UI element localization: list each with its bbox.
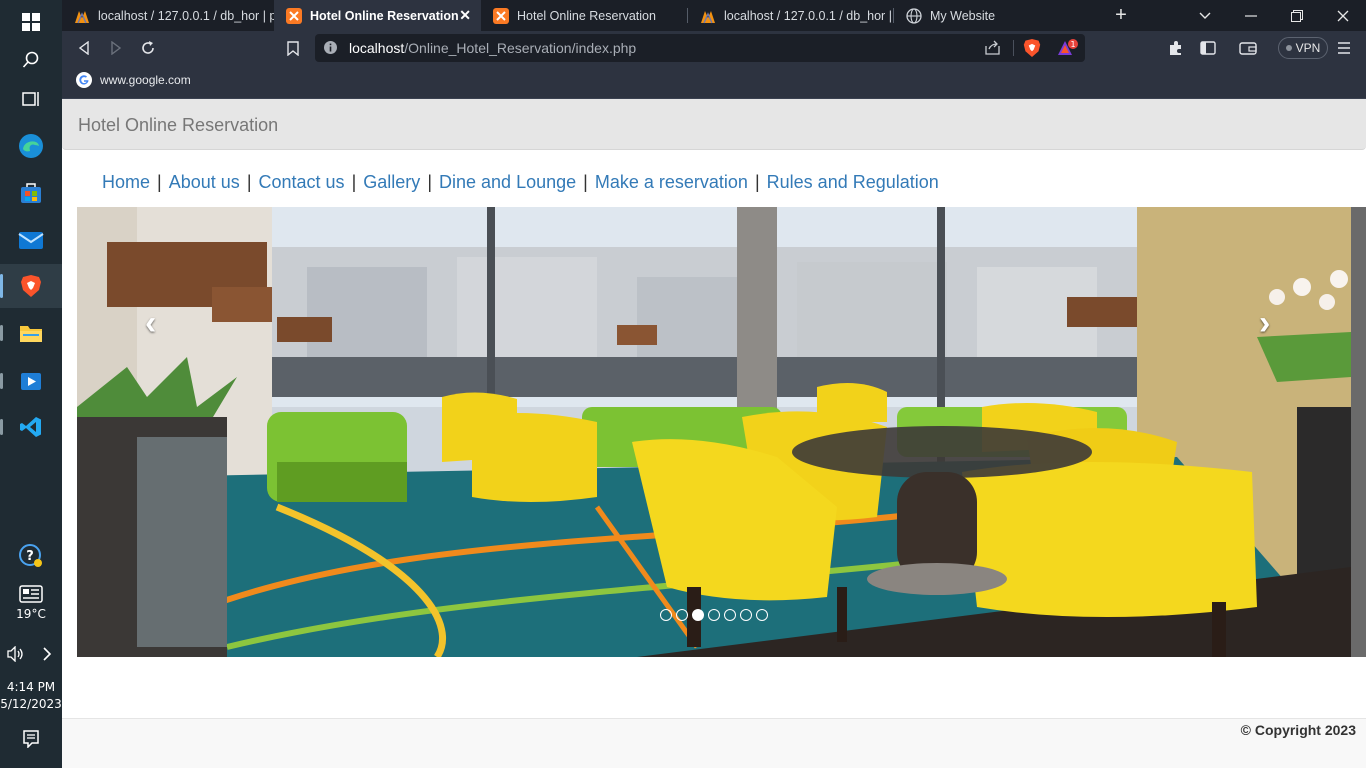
svg-text:?: ?	[26, 549, 34, 564]
url-divider	[1013, 40, 1014, 56]
browser-toolbar: localhost/Online_Hotel_Reservation/index…	[62, 31, 1366, 65]
image-carousel	[77, 207, 1351, 657]
tab-label: Hotel Online Reservation	[517, 8, 656, 23]
copyright-text: © Copyright 2023	[1240, 722, 1356, 738]
tab-label: localhost / 127.0.0.1 / db_hor | p	[98, 8, 274, 23]
site-navbar: Hotel Online Reservation	[62, 99, 1366, 150]
carousel-indicator[interactable]	[756, 609, 768, 621]
mail-icon[interactable]	[0, 218, 62, 262]
store-icon[interactable]	[0, 171, 62, 215]
tab-phpmyadmin-2[interactable]: localhost / 127.0.0.1 / db_hor | p	[688, 0, 893, 31]
globe-icon	[906, 7, 922, 24]
carousel-next-button[interactable]: ›	[1259, 304, 1270, 343]
minimize-button[interactable]	[1228, 0, 1274, 31]
reload-icon[interactable]	[136, 36, 160, 60]
clock-date[interactable]: 5/12/2023	[0, 697, 62, 711]
phpmyadmin-icon	[74, 8, 90, 24]
navbar-brand[interactable]: Hotel Online Reservation	[78, 115, 278, 136]
vpn-status-dot	[1285, 45, 1292, 51]
brave-rewards-icon[interactable]: 1	[1057, 38, 1079, 63]
new-tab-button[interactable]: +	[1098, 0, 1144, 31]
nav-separator: |	[246, 172, 252, 192]
search-icon[interactable]	[0, 38, 62, 82]
chevron-right-icon[interactable]	[31, 632, 62, 676]
carousel-indicator[interactable]	[676, 609, 688, 621]
tab-label: localhost / 127.0.0.1 / db_hor | p	[724, 8, 893, 23]
task-view-icon[interactable]	[0, 77, 62, 121]
site-menu: Home | About us | Contact us | Gallery |…	[102, 172, 939, 193]
xampp-icon	[286, 7, 302, 24]
tab-phpmyadmin-1[interactable]: localhost / 127.0.0.1 / db_hor | p	[62, 0, 274, 31]
vpn-label: VPN	[1295, 41, 1321, 55]
carousel-indicator-active[interactable]	[692, 609, 704, 621]
nav-reservation-link[interactable]: Make a reservation	[595, 172, 748, 192]
nav-dine-lounge-link[interactable]: Dine and Lounge	[439, 172, 576, 192]
address-bar[interactable]: localhost/Online_Hotel_Reservation/index…	[315, 34, 1085, 62]
nav-contact-link[interactable]: Contact us	[259, 172, 345, 192]
tab-search-chevron-icon[interactable]	[1182, 0, 1228, 31]
xampp-icon	[493, 7, 509, 24]
vpn-button[interactable]: VPN	[1278, 37, 1328, 59]
brave-icon[interactable]	[0, 264, 62, 308]
clock-time[interactable]: 4:14 PM	[0, 680, 62, 694]
menu-icon[interactable]	[1332, 36, 1356, 60]
nav-separator: |	[427, 172, 432, 192]
share-icon[interactable]	[985, 40, 1001, 60]
carousel-prev-button[interactable]: ‹	[145, 304, 156, 343]
bookmark-icon[interactable]	[281, 36, 305, 60]
carousel-indicator[interactable]	[708, 609, 720, 621]
nav-home-link[interactable]: Home	[102, 172, 150, 192]
nav-rules-link[interactable]: Rules and Regulation	[767, 172, 939, 192]
nav-separator: |	[157, 172, 162, 192]
forward-icon[interactable]	[104, 36, 128, 60]
carousel-indicator[interactable]	[724, 609, 736, 621]
rewards-badge-count: 1	[1070, 40, 1075, 49]
nav-gallery-link[interactable]: Gallery	[363, 172, 420, 192]
site-footer: © Copyright 2023	[62, 718, 1366, 768]
sidebar-icon[interactable]	[1196, 36, 1220, 60]
tab-my-website[interactable]: My Website	[894, 0, 1100, 31]
back-icon[interactable]	[72, 36, 96, 60]
extensions-icon[interactable]	[1164, 36, 1188, 60]
wallet-icon[interactable]	[1236, 36, 1260, 60]
volume-icon[interactable]	[0, 632, 31, 676]
notification-icon[interactable]	[0, 717, 62, 761]
nav-separator: |	[583, 172, 588, 192]
web-page: Hotel Online Reservation Home | About us…	[62, 99, 1366, 768]
weather-temperature: 19°C	[16, 607, 46, 621]
site-info-icon[interactable]	[323, 40, 338, 60]
restore-button[interactable]	[1274, 0, 1320, 31]
bookmark-label: www.google.com	[100, 73, 191, 87]
edge-icon[interactable]	[0, 124, 62, 168]
tab-hotel-online-reservation[interactable]: Hotel Online Reservation	[481, 0, 687, 31]
bookmarks-bar: www.google.com	[62, 65, 1366, 99]
close-tab-icon[interactable]: ✕	[459, 7, 471, 24]
tab-label: Hotel Online Reservation	[310, 8, 459, 23]
close-window-button[interactable]	[1320, 0, 1366, 31]
vscode-icon[interactable]	[0, 405, 62, 449]
nav-about-link[interactable]: About us	[169, 172, 240, 192]
file-explorer-icon[interactable]	[0, 311, 62, 355]
url-host: localhost	[349, 40, 405, 56]
phpmyadmin-icon	[700, 8, 716, 24]
carousel-slide-lounge-image	[77, 207, 1351, 657]
nav-separator: |	[351, 172, 357, 192]
carousel-indicator[interactable]	[740, 609, 752, 621]
windows-taskbar: ? 19°C 4:14 PM 5/12/2023	[0, 0, 62, 768]
nav-separator: |	[754, 172, 760, 192]
carousel-indicator[interactable]	[660, 609, 672, 621]
url-path: /Online_Hotel_Reservation/index.php	[404, 40, 637, 56]
media-player-icon[interactable]	[0, 359, 62, 403]
google-icon	[76, 72, 92, 88]
browser-tab-strip: localhost / 127.0.0.1 / db_hor | p Hotel…	[62, 0, 1366, 31]
bookmark-google[interactable]: www.google.com	[76, 72, 191, 88]
tab-hotel-online-reservation-active[interactable]: Hotel Online Reservation ✕	[274, 0, 481, 31]
carousel-right-strip	[1351, 207, 1366, 657]
brave-shields-icon[interactable]	[1023, 38, 1041, 63]
carousel-indicators	[660, 609, 768, 621]
tab-label: My Website	[930, 8, 996, 23]
